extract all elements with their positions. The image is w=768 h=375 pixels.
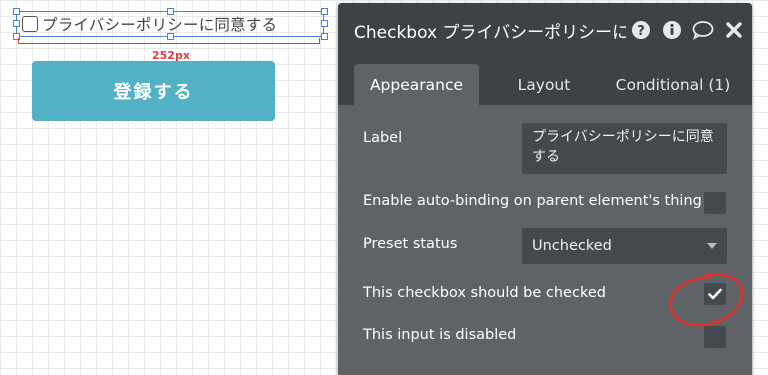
should-be-checked-field-name: This checkbox should be checked [363, 285, 606, 301]
resize-handle-top-left[interactable] [13, 8, 20, 15]
preset-status-select[interactable]: Unchecked [522, 228, 727, 264]
resize-handle-middle-left[interactable] [13, 20, 20, 27]
tab-layout[interactable]: Layout [502, 64, 586, 105]
label-field-name: Label [363, 130, 403, 146]
checkbox-label: プライバシーポリシーに同意する [42, 16, 278, 34]
resize-handle-middle-right[interactable] [321, 20, 328, 27]
preset-status-field-name: Preset status [363, 236, 458, 252]
resize-handle-bottom-right[interactable] [321, 33, 328, 40]
auto-binding-checkbox[interactable] [704, 192, 726, 214]
resize-handle-top-right[interactable] [321, 8, 328, 15]
header-icons: ? [629, 18, 746, 42]
help-icon[interactable]: ? [629, 18, 653, 42]
checkmark-icon [708, 288, 722, 300]
close-icon[interactable] [722, 18, 746, 42]
info-icon[interactable] [660, 18, 684, 42]
resize-handle-top-center[interactable] [167, 8, 174, 15]
tab-bar: Appearance Layout Conditional (1) [338, 57, 752, 105]
preset-status-value: Unchecked [532, 238, 612, 254]
svg-text:?: ? [637, 24, 645, 39]
label-input[interactable]: プライバシーポリシーに同意する [522, 123, 727, 174]
checkbox-square[interactable] [22, 16, 38, 32]
panel-title: Checkbox プライバシーポリシーに [354, 23, 626, 43]
register-button[interactable]: 登録する [32, 61, 275, 121]
tab-appearance[interactable]: Appearance [354, 64, 479, 105]
disabled-checkbox[interactable] [704, 326, 726, 348]
panel-header: Checkbox プライバシーポリシーに ? [338, 3, 752, 57]
property-editor-panel: Checkbox プライバシーポリシーに ? Appearance Layout… [338, 3, 752, 375]
disabled-field-name: This input is disabled [363, 327, 517, 343]
comment-icon[interactable] [691, 18, 715, 42]
auto-binding-field-name: Enable auto-binding on parent element's … [363, 193, 702, 209]
should-be-checked-checkbox[interactable] [704, 283, 726, 305]
tab-conditional[interactable]: Conditional (1) [608, 64, 738, 105]
width-marker-line [18, 43, 320, 44]
resize-handle-bottom-center[interactable] [167, 33, 174, 40]
canvas-checkbox[interactable]: プライバシーポリシーに同意する [22, 14, 277, 34]
width-marker-right-tick [319, 38, 320, 44]
chevron-down-icon [707, 243, 717, 249]
